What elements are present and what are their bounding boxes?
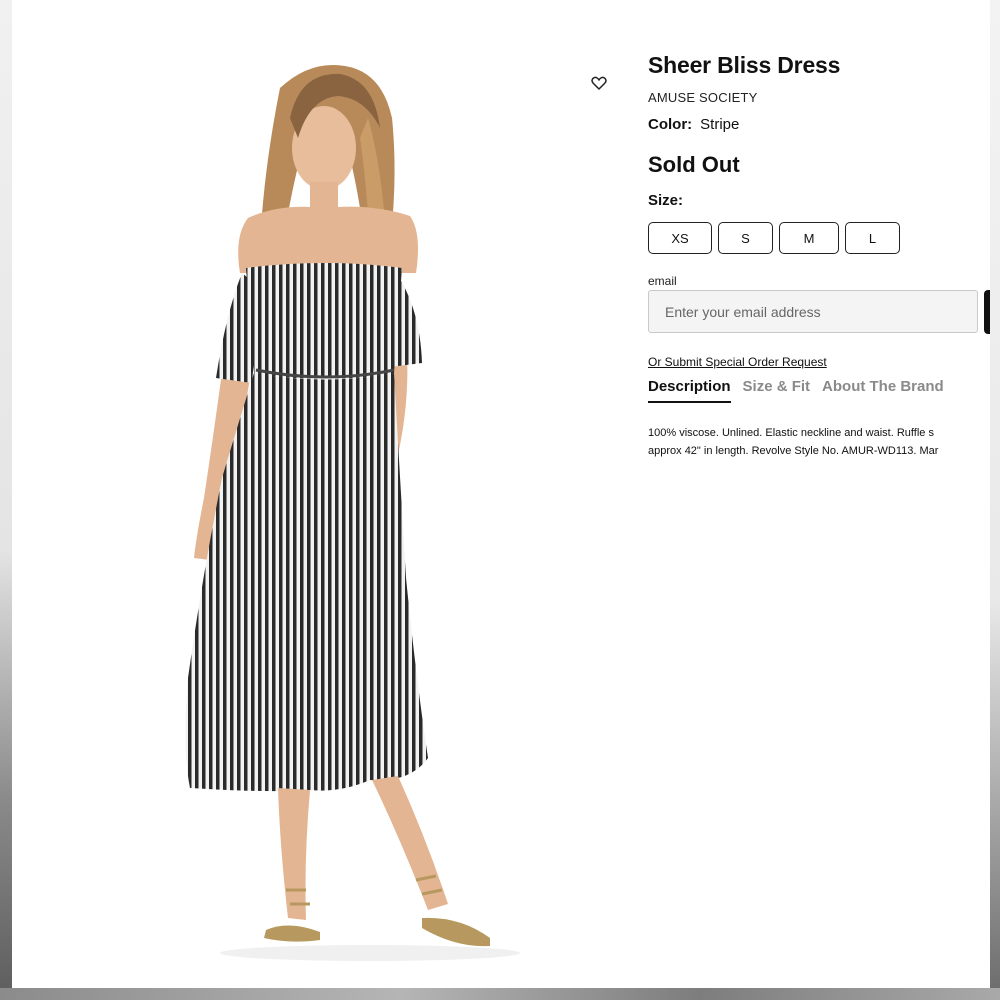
tab-about-brand[interactable]: About The Brand [822,378,944,403]
email-label: email [648,274,677,288]
stock-status: Sold Out [648,152,740,177]
brand-name[interactable]: AMUSE SOCIETY [648,90,758,105]
size-button-s[interactable]: S [718,222,773,254]
size-button-l[interactable]: L [845,222,900,254]
product-info: Sheer Bliss Dress AMUSE SOCIETY Color: St… [648,0,990,988]
photo-frame-bottom [0,988,1000,1000]
product-title: Sheer Bliss Dress [648,52,841,78]
size-label: Size: [648,192,684,209]
tab-description[interactable]: Description [648,378,731,403]
size-button-xs[interactable]: XS [648,222,712,254]
photo-frame-right [990,0,1000,1000]
heart-icon[interactable] [590,74,608,92]
size-button-m[interactable]: M [779,222,839,254]
description-text: 100% viscose. Unlined. Elastic neckline … [648,424,990,460]
product-photo [160,58,526,968]
tab-size-fit[interactable]: Size & Fit [743,378,811,403]
special-order-link[interactable]: Or Submit Special Order Request [648,355,827,369]
info-tabs: Description Size & Fit About The Brand [648,378,944,403]
description-line: approx 42" in length. Revolve Style No. … [648,445,939,457]
cut-off-button[interactable] [984,290,990,334]
color-value: Stripe [700,116,740,133]
photo-frame-left [0,0,12,1000]
email-input[interactable] [648,290,978,333]
description-line: 100% viscose. Unlined. Elastic neckline … [648,427,934,439]
color-label: Color: [648,116,693,133]
product-page: Sheer Bliss Dress AMUSE SOCIETY Color: St… [12,0,990,988]
size-selector: XS S M L [648,222,900,254]
color-row: Color: Stripe [648,116,739,133]
